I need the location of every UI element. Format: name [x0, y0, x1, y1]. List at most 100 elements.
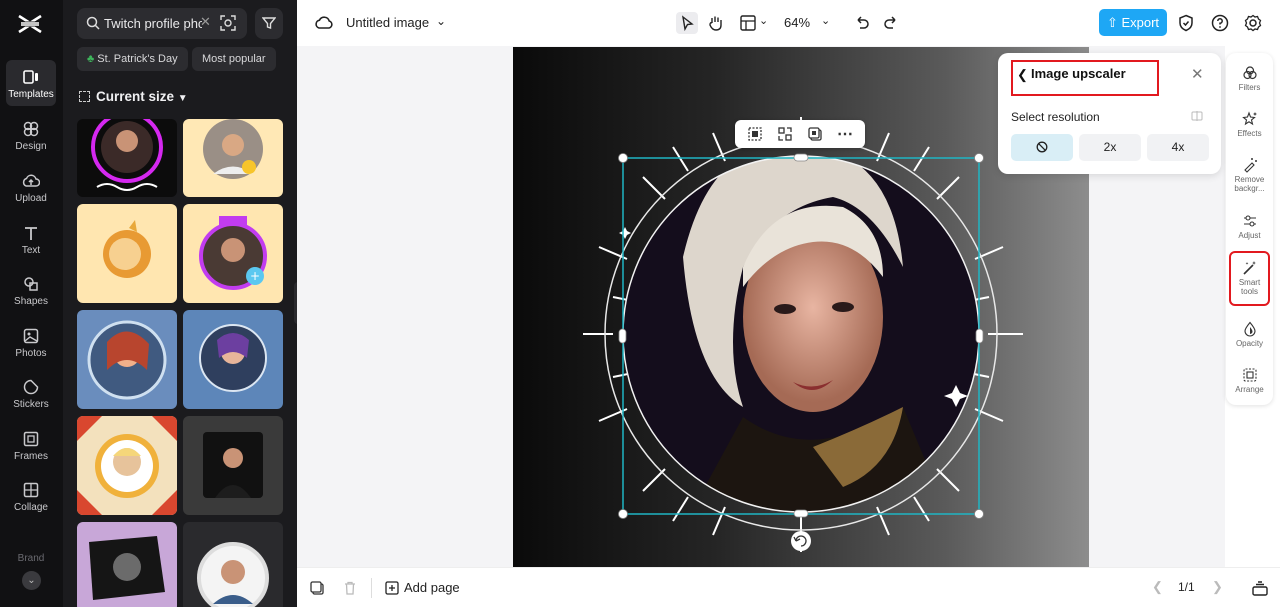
- page-indicator: 1/1: [1178, 580, 1195, 594]
- bottom-bar: Add page ❮ 1/1 ❯: [297, 567, 1280, 607]
- rotate-handle: [791, 531, 811, 551]
- redo-icon[interactable]: [881, 13, 901, 33]
- rail-templates[interactable]: Templates: [6, 60, 56, 106]
- rail-text[interactable]: Text: [6, 216, 56, 262]
- shamrock-icon: ♣: [87, 53, 95, 65]
- chevron-down-icon: ▼: [177, 93, 188, 104]
- template-thumb-6[interactable]: [183, 310, 283, 409]
- stickers-icon: [23, 379, 39, 395]
- next-page-icon[interactable]: ❯: [1212, 579, 1223, 595]
- tool-remove-bg-label-2: backgr...: [1234, 184, 1265, 193]
- rail-frames[interactable]: Frames: [6, 422, 56, 468]
- template-thumb-4[interactable]: +: [183, 204, 283, 303]
- tool-opacity[interactable]: Opacity: [1226, 321, 1273, 348]
- tool-adjust-label: Adjust: [1238, 231, 1261, 240]
- element-toolbar: ⋯: [735, 120, 865, 148]
- filter-button[interactable]: [255, 8, 283, 39]
- remove-background-icon: [1243, 158, 1257, 173]
- zoom-level[interactable]: 64%: [784, 15, 810, 30]
- add-page-icon[interactable]: [384, 580, 400, 596]
- back-chevron-icon[interactable]: ❮: [1017, 67, 1028, 83]
- chip-most-popular[interactable]: Most popular: [192, 47, 276, 71]
- help-icon[interactable]: [1210, 13, 1230, 33]
- crop-select-icon[interactable]: [747, 126, 763, 142]
- shield-icon[interactable]: [1176, 13, 1196, 33]
- svg-text:+: +: [250, 269, 260, 283]
- cloud-icon[interactable]: [314, 13, 334, 33]
- template-thumb-9[interactable]: [77, 522, 177, 607]
- rail-design-label: Design: [15, 141, 47, 152]
- tool-remove-background[interactable]: Remove backgr...: [1226, 157, 1273, 193]
- compare-icon[interactable]: [1191, 110, 1203, 122]
- prev-page-icon[interactable]: ❮: [1152, 579, 1163, 595]
- template-thumb-10[interactable]: [183, 522, 283, 607]
- resolution-2x-button[interactable]: 2x: [1079, 134, 1141, 161]
- templates-icon: [23, 70, 38, 84]
- rail-collage[interactable]: Collage: [6, 473, 56, 519]
- template-thumb-2-art: [203, 119, 263, 179]
- template-thumb-1[interactable]: [77, 119, 177, 197]
- tool-filters[interactable]: Filters: [1226, 65, 1273, 92]
- current-size-label: Current size: [96, 89, 175, 104]
- template-thumb-5[interactable]: [77, 310, 177, 409]
- resolution-none-button[interactable]: [1011, 134, 1073, 161]
- popup-subtitle: Select resolution: [1011, 110, 1100, 124]
- image-search-icon[interactable]: [220, 15, 236, 31]
- chip-st-patricks[interactable]: ♣ St. Patrick's Day: [77, 47, 188, 71]
- document-title[interactable]: Untitled image: [346, 15, 429, 30]
- layout-icon[interactable]: [738, 13, 758, 33]
- copy-page-icon[interactable]: [309, 580, 325, 596]
- chevron-down-icon[interactable]: ⌄: [821, 14, 830, 27]
- more-options-icon[interactable]: ⋯: [837, 124, 853, 144]
- tool-adjust[interactable]: Adjust: [1226, 213, 1273, 240]
- search-input[interactable]: Twitch profile pho: [104, 16, 202, 31]
- undo-icon[interactable]: [852, 13, 872, 33]
- current-size-dropdown[interactable]: Current size ▼: [79, 89, 188, 104]
- rail-stickers[interactable]: Stickers: [6, 370, 56, 416]
- rail-brand[interactable]: Brand: [6, 525, 56, 571]
- design-icon: [23, 121, 39, 137]
- image-upscaler-panel: ❮ Image upscaler ✕ Select resolution 2x …: [998, 53, 1221, 174]
- select-tool-icon[interactable]: [676, 12, 698, 34]
- template-thumb-7[interactable]: [77, 416, 177, 515]
- rail-upload-label: Upload: [15, 193, 47, 204]
- arrange-icon: [1242, 368, 1257, 382]
- resolution-4x-button[interactable]: 4x: [1147, 134, 1209, 161]
- close-icon[interactable]: ✕: [1191, 65, 1204, 83]
- adjust-sliders-icon: [1243, 215, 1256, 227]
- highlight-box-smart-tools: [1229, 251, 1270, 306]
- rail-upload[interactable]: Upload: [6, 164, 56, 210]
- portrait-photo: [623, 156, 979, 512]
- template-search[interactable]: Twitch profile pho ✕: [77, 8, 247, 39]
- template-thumb-3[interactable]: [77, 204, 177, 303]
- tool-arrange[interactable]: Arrange: [1226, 367, 1273, 394]
- capcut-logo-icon[interactable]: [16, 12, 44, 36]
- chip-most-popular-label: Most popular: [202, 53, 266, 65]
- rail-photos[interactable]: Photos: [6, 319, 56, 365]
- trash-icon[interactable]: [342, 580, 358, 596]
- settings-gear-icon[interactable]: [1243, 13, 1263, 33]
- template-thumb-2[interactable]: [183, 119, 283, 197]
- clear-search-icon[interactable]: ✕: [200, 14, 211, 30]
- replace-icon[interactable]: [777, 126, 793, 142]
- rail-collapse-button[interactable]: ⌄: [22, 571, 41, 590]
- template-thumb-8-art: [203, 432, 263, 498]
- tool-effects[interactable]: Effects: [1226, 111, 1273, 138]
- upload-cloud-icon: [22, 174, 40, 187]
- pages-panel-icon[interactable]: [1251, 579, 1269, 597]
- duplicate-icon[interactable]: [807, 126, 823, 142]
- template-thumb-8[interactable]: [183, 416, 283, 515]
- rail-shapes[interactable]: Shapes: [6, 267, 56, 313]
- tool-arrange-label: Arrange: [1235, 385, 1264, 394]
- rail-brand-label: Brand: [17, 553, 45, 564]
- template-thumb-5-art: [87, 320, 167, 400]
- chevron-down-icon[interactable]: ⌄: [436, 14, 446, 28]
- template-thumb-7-art: [77, 416, 177, 515]
- export-button[interactable]: ⇧ Export: [1099, 9, 1167, 36]
- chevron-down-icon[interactable]: ⌄: [759, 14, 768, 27]
- rail-design[interactable]: Design: [6, 112, 56, 158]
- hand-tool-icon[interactable]: [706, 13, 726, 33]
- rail-templates-label: Templates: [8, 89, 54, 100]
- top-bar: Untitled image ⌄ ⌄ 64% ⌄ ⇧ Export: [297, 0, 1280, 46]
- add-page-button[interactable]: Add page: [404, 580, 460, 595]
